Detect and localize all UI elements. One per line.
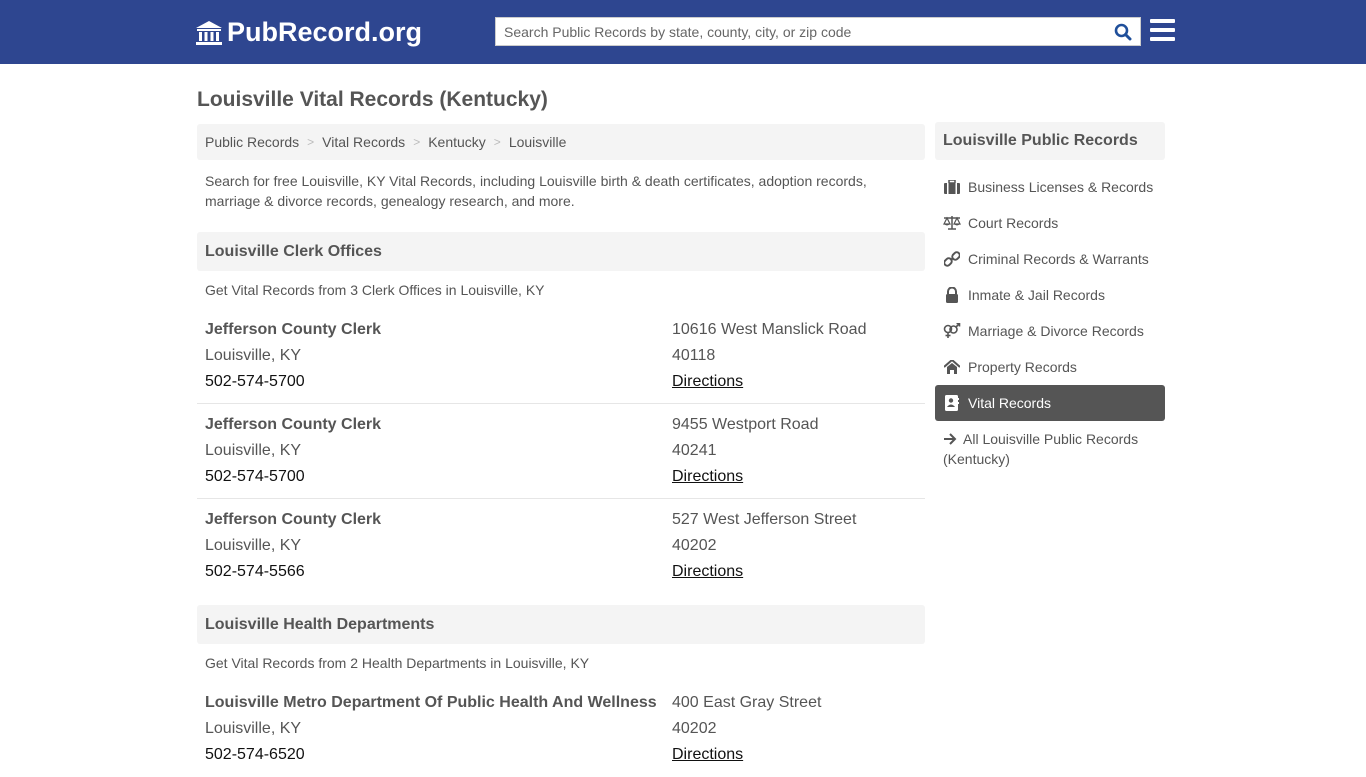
sidebar-item-label: Business Licenses & Records — [968, 179, 1154, 195]
office-zip: 40202 — [672, 720, 717, 737]
sidebar-item-label: Inmate & Jail Records — [968, 287, 1105, 303]
office-city: Louisville, KY — [205, 442, 302, 459]
office-entry: Jefferson County Clerk Louisville, KY 50… — [197, 499, 925, 594]
breadcrumb-separator: > — [307, 135, 315, 149]
office-entry: Louisville Metro Department Of Public He… — [197, 682, 925, 777]
directions-link[interactable]: Directions — [672, 559, 856, 585]
venus-mars-icon — [943, 323, 961, 339]
sidebar-item-property-records[interactable]: Property Records — [935, 349, 1165, 385]
sidebar-item-marriage-divorce[interactable]: Marriage & Divorce Records — [935, 313, 1165, 349]
breadcrumb-separator: > — [413, 135, 421, 149]
office-city: Louisville, KY — [205, 347, 302, 364]
breadcrumb-vital-records[interactable]: Vital Records — [322, 134, 405, 150]
directions-link[interactable]: Directions — [672, 742, 821, 768]
office-city: Louisville, KY — [205, 537, 302, 554]
sidebar-item-inmate-records[interactable]: Inmate & Jail Records — [935, 277, 1165, 313]
section-subtitle: Get Vital Records from 2 Health Departme… — [205, 655, 590, 671]
section-header-clerk-offices: Louisville Clerk Offices — [197, 232, 925, 271]
sidebar-item-court-records[interactable]: Court Records — [935, 205, 1165, 241]
search-bar — [495, 17, 1141, 46]
office-phone: 502-574-5700 — [205, 468, 305, 485]
office-name: Jefferson County Clerk — [205, 416, 382, 433]
logo-text: PubRecord.org — [227, 17, 423, 47]
search-icon — [1114, 23, 1132, 40]
sidebar-item-label: Marriage & Divorce Records — [968, 323, 1144, 339]
sidebar-item-label: Vital Records — [968, 395, 1052, 411]
section-header-health-departments: Louisville Health Departments — [197, 605, 925, 644]
office-name: Jefferson County Clerk — [205, 511, 382, 528]
hamburger-menu-icon[interactable] — [1150, 19, 1175, 41]
directions-link[interactable]: Directions — [672, 369, 866, 395]
briefcase-icon — [943, 179, 961, 195]
arrow-right-icon — [944, 433, 957, 445]
search-input[interactable] — [496, 18, 1106, 45]
sidebar-item-label: Property Records — [968, 359, 1077, 375]
intro-text: Search for free Louisville, KY Vital Rec… — [205, 173, 867, 209]
breadcrumb-public-records[interactable]: Public Records — [205, 134, 299, 150]
breadcrumb-separator: > — [493, 135, 501, 149]
office-address: 9455 Westport Road — [672, 416, 819, 433]
office-zip: 40118 — [672, 347, 716, 364]
office-name: Louisville Metro Department Of Public He… — [205, 694, 657, 711]
office-address: 10616 West Manslick Road — [672, 321, 867, 338]
office-address: 400 East Gray Street — [672, 694, 822, 711]
directions-link[interactable]: Directions — [672, 464, 818, 490]
all-public-records-label: All Louisville Public Records (Kentucky) — [943, 431, 1139, 467]
page-title: Louisville Vital Records (Kentucky) — [197, 88, 548, 111]
breadcrumb-louisville[interactable]: Louisville — [509, 134, 567, 150]
sidebar-item-criminal-records[interactable]: Criminal Records & Warrants — [935, 241, 1165, 277]
office-name: Jefferson County Clerk — [205, 321, 382, 338]
sidebar-item-business-licenses[interactable]: Business Licenses & Records — [935, 169, 1165, 205]
office-city: Louisville, KY — [205, 720, 302, 737]
office-entry: Jefferson County Clerk Louisville, KY 50… — [197, 404, 925, 499]
office-phone: 502-574-5566 — [205, 563, 305, 580]
link-icon — [943, 251, 961, 267]
scales-icon — [943, 215, 961, 231]
site-logo[interactable]: PubRecord.org — [195, 17, 422, 48]
sidebar-item-label: Court Records — [968, 215, 1059, 231]
top-navbar: PubRecord.org — [0, 0, 1366, 64]
office-zip: 40202 — [672, 537, 717, 554]
office-phone: 502-574-5700 — [205, 373, 305, 390]
section-subtitle: Get Vital Records from 3 Clerk Offices i… — [205, 282, 545, 298]
office-zip: 40241 — [672, 442, 717, 459]
sidebar-item-vital-records[interactable]: Vital Records — [935, 385, 1165, 421]
search-button[interactable] — [1106, 18, 1140, 45]
lock-icon — [943, 287, 961, 303]
breadcrumb: Public Records > Vital Records > Kentuck… — [197, 124, 925, 160]
office-phone: 502-574-6520 — [205, 746, 305, 763]
home-icon — [943, 359, 961, 375]
office-entry: Jefferson County Clerk Louisville, KY 50… — [197, 309, 925, 404]
address-card-icon — [943, 395, 961, 411]
all-public-records-link[interactable]: All Louisville Public Records (Kentucky) — [943, 429, 1158, 469]
sidebar-item-label: Criminal Records & Warrants — [968, 251, 1149, 267]
sidebar-title: Louisville Public Records — [935, 122, 1165, 160]
breadcrumb-kentucky[interactable]: Kentucky — [428, 134, 486, 150]
office-address: 527 West Jefferson Street — [672, 511, 857, 528]
bank-building-icon — [196, 20, 222, 45]
